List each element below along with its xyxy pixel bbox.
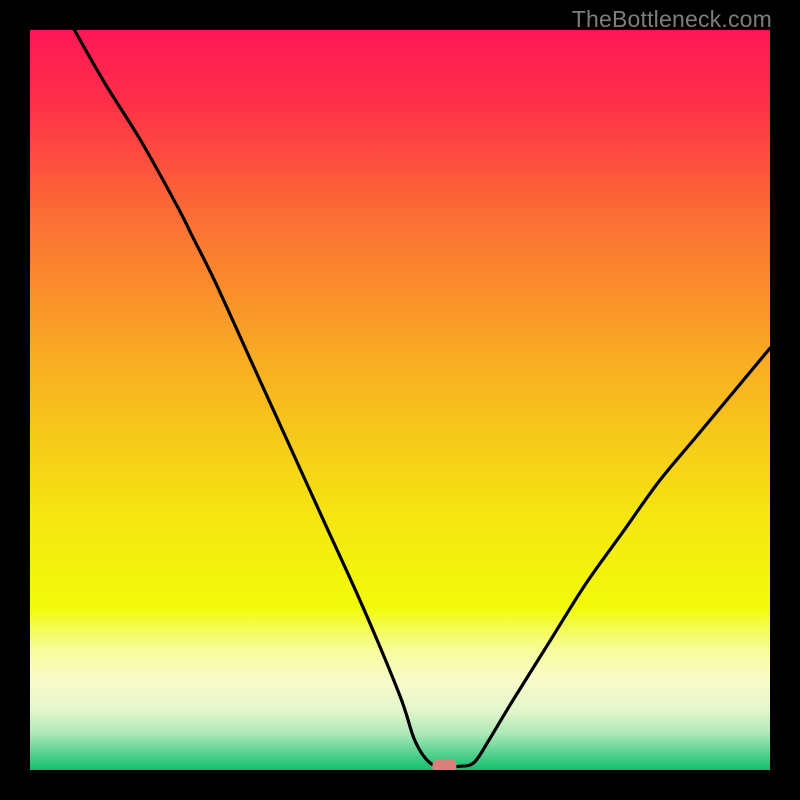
bottleneck-chart xyxy=(30,30,770,770)
minimum-marker xyxy=(432,759,456,770)
watermark-text: TheBottleneck.com xyxy=(572,6,772,33)
chart-frame: TheBottleneck.com xyxy=(0,0,800,800)
